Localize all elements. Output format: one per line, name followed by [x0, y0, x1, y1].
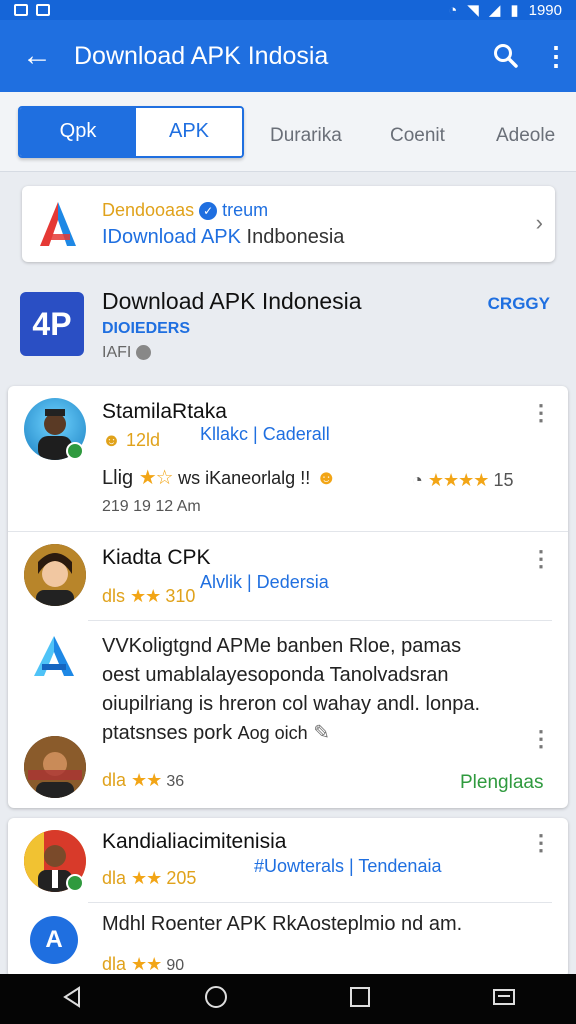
status-bar: ◔ ◥ ◢ ▮ 1990 [0, 0, 576, 20]
post-author[interactable]: Kandialiacimitenisia [102, 830, 286, 854]
signal-icon: ◢ [488, 2, 501, 19]
keyboard-icon[interactable] [492, 986, 516, 1013]
post-meta: dls ★★ 310 [102, 586, 196, 606]
action-link[interactable]: Plenglaas [460, 772, 543, 794]
recents-icon[interactable] [349, 986, 371, 1013]
cta-button[interactable]: CRGGY [488, 294, 550, 314]
divider [88, 902, 552, 903]
verified-icon: ✓ [199, 202, 218, 221]
app-header: 4P Download APK Indonesia DIOIEDERS IAFI… [8, 278, 568, 378]
notification-icon [14, 4, 28, 16]
post-tags: #Uowterals | Tendenaia [254, 856, 442, 876]
more-options-icon[interactable]: ⋮ [530, 830, 552, 856]
tab-adeole[interactable]: Adeole [496, 125, 555, 147]
page-title: Download APK Indosia [74, 41, 329, 70]
segmented-control: Qpk APK [18, 105, 244, 158]
app-logo-icon [28, 634, 80, 678]
post-text: Mdhl Roenter APK RkAosteplmio nd am. [102, 913, 463, 935]
source-title: IDownload APK Indbonesia [102, 226, 345, 248]
post-author[interactable]: StamilaRtaka [102, 400, 227, 424]
post-meta: dla ★★ 36 [102, 770, 185, 790]
rating-row: ◔ ★★★★ 15 [412, 470, 514, 490]
alarm-icon: ◔ [448, 1, 458, 19]
app-icon: 4P [20, 292, 84, 356]
app-subtitle: DIOIEDERS [102, 320, 191, 337]
divider [88, 620, 552, 621]
source-card[interactable]: Dendooaas ✓ treum IDownload APK Indbones… [22, 186, 555, 262]
app-logo-icon [36, 200, 80, 248]
more-options-icon[interactable]: ⋮ [530, 546, 552, 572]
post-card: Kandialiacimitenisia dla ★★ 205 #Uowtera… [8, 818, 568, 978]
app-title: Download APK Indonesia [102, 288, 362, 314]
info-icon [135, 345, 151, 361]
post-tags: Alvlik | Dedersia [200, 572, 329, 592]
post-timestamp: 219 19 12 Am [102, 498, 201, 515]
post-meta: ☻ 12ld [102, 430, 160, 450]
post-meta: dla ★★ 90 [102, 954, 185, 974]
emoji-icon: ☻ [315, 467, 337, 489]
star-rating: ★☆ [138, 467, 174, 489]
tab-apk[interactable]: APK [136, 107, 242, 156]
avatar[interactable] [24, 736, 86, 798]
timer-icon: ◔ [412, 470, 423, 490]
avatar[interactable] [24, 544, 86, 606]
app-bar: ← Download APK Indosia ⋮ [0, 20, 576, 92]
more-options-icon[interactable]: ⋮ [530, 726, 552, 752]
system-nav-bar [0, 974, 576, 1024]
divider [8, 531, 568, 532]
post-list: StamilaRtaka ☻ 12ld Kllakc | Caderall ⋮ … [8, 386, 568, 808]
home-icon[interactable] [204, 985, 228, 1014]
clock: 1990 [528, 1, 562, 19]
post-author[interactable]: Kiadta CPK [102, 546, 211, 570]
chevron-right-icon[interactable]: › [536, 210, 543, 236]
back-arrow-icon[interactable]: ← [0, 39, 74, 73]
post-meta: dla ★★ 205 [102, 868, 197, 888]
battery-icon: ▮ [510, 2, 519, 19]
wifi-icon: ◥ [467, 2, 479, 19]
tab-bar: Qpk APK Durarika Coenit Adeole [0, 92, 576, 172]
back-icon[interactable] [61, 985, 83, 1013]
tab-qpk[interactable]: Qpk [20, 107, 136, 156]
app-meta: IAFI [102, 344, 151, 362]
tab-durarika[interactable]: Durarika [270, 125, 342, 147]
online-badge [66, 874, 84, 892]
online-badge [66, 442, 84, 460]
coin-icon: ☻ [102, 430, 121, 450]
post-text: Llig ★☆ ws iKaneorlalg !! ☻ [102, 467, 337, 489]
edit-icon: ✎ [313, 722, 331, 744]
gallery-icon [36, 4, 50, 16]
post-tags: Kllakc | Caderall [200, 424, 330, 444]
post-text: VVKoligtgnd APMe banben Rloe, pamas oest… [102, 635, 481, 744]
source-name: Dendooaas ✓ treum [102, 200, 269, 221]
search-icon[interactable] [476, 43, 536, 69]
more-options-icon[interactable]: ⋮ [530, 400, 552, 426]
app-logo-icon: A [30, 916, 78, 964]
tab-coenit[interactable]: Coenit [390, 125, 445, 147]
overflow-menu-icon[interactable]: ⋮ [536, 41, 576, 72]
